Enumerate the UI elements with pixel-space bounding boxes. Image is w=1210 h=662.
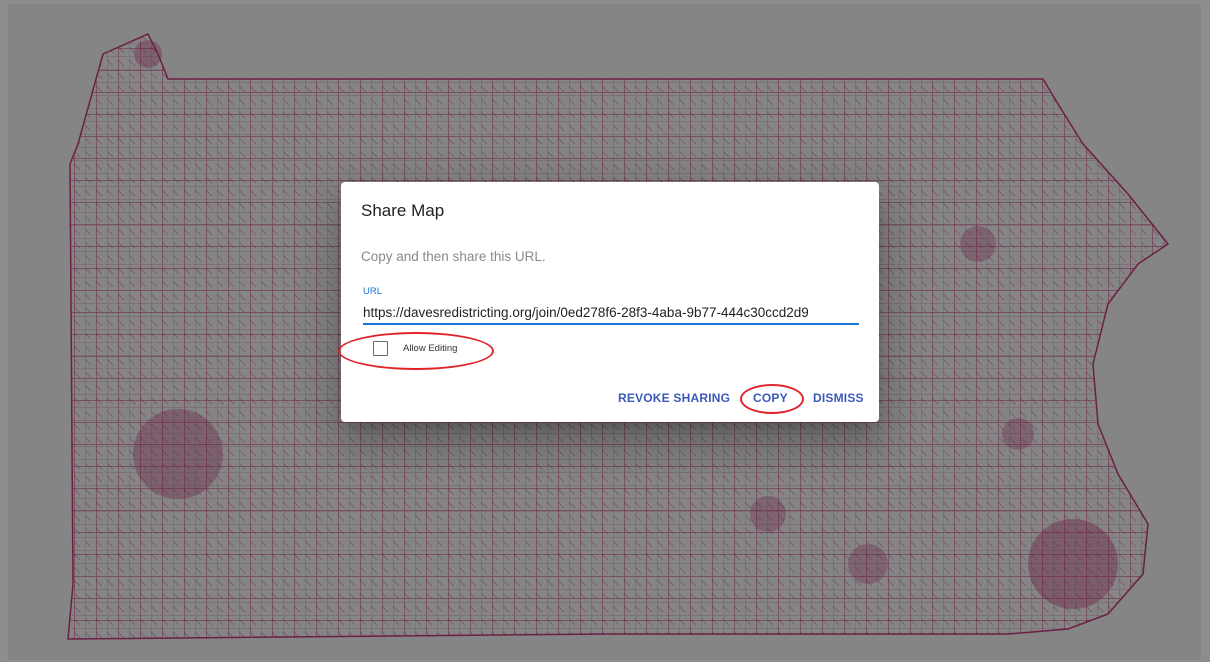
url-field-label: URL [363,286,383,297]
allow-editing-checkbox-row[interactable]: Allow Editing [373,340,457,356]
share-map-dialog: Share Map Copy and then share this URL. … [338,182,879,422]
dismiss-button[interactable]: DISMISS [813,391,864,405]
url-field[interactable] [363,301,859,325]
dialog-title: Share Map [361,201,445,220]
allow-editing-checkbox[interactable] [373,340,388,356]
copy-button[interactable]: COPY [753,391,788,405]
allow-editing-label: Allow Editing [403,342,458,354]
revoke-sharing-button[interactable]: REVOKE SHARING [618,391,730,405]
dialog-description: Copy and then share this URL. [361,249,546,264]
